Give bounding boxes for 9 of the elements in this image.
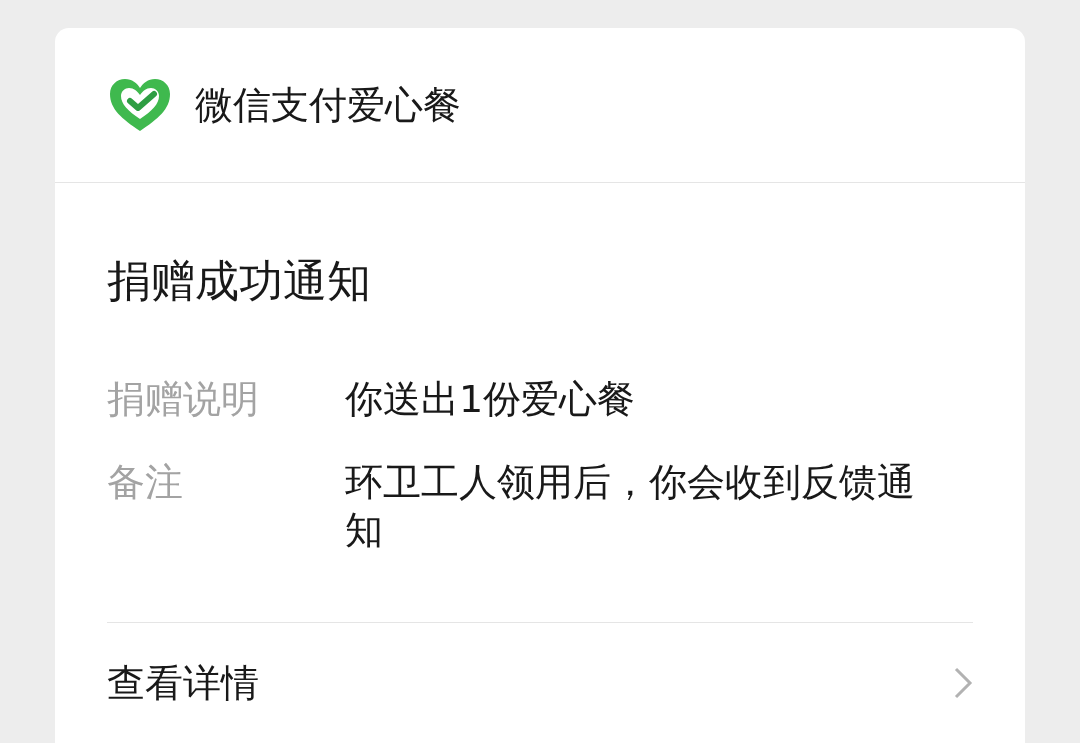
- chevron-right-icon: [953, 666, 973, 700]
- field-value: 你送出1份爱心餐: [345, 376, 637, 423]
- field-label: 备注: [107, 459, 184, 506]
- view-details-link[interactable]: 查看详情: [107, 623, 973, 743]
- heart-check-icon: [107, 77, 173, 133]
- notice-title: 捐赠成功通知: [107, 255, 372, 307]
- field-value: 环卫工人领用后，你会收到反馈通知: [345, 459, 916, 554]
- account-name: 微信支付爱心餐: [195, 81, 461, 129]
- field-label: 捐赠说明: [107, 376, 260, 423]
